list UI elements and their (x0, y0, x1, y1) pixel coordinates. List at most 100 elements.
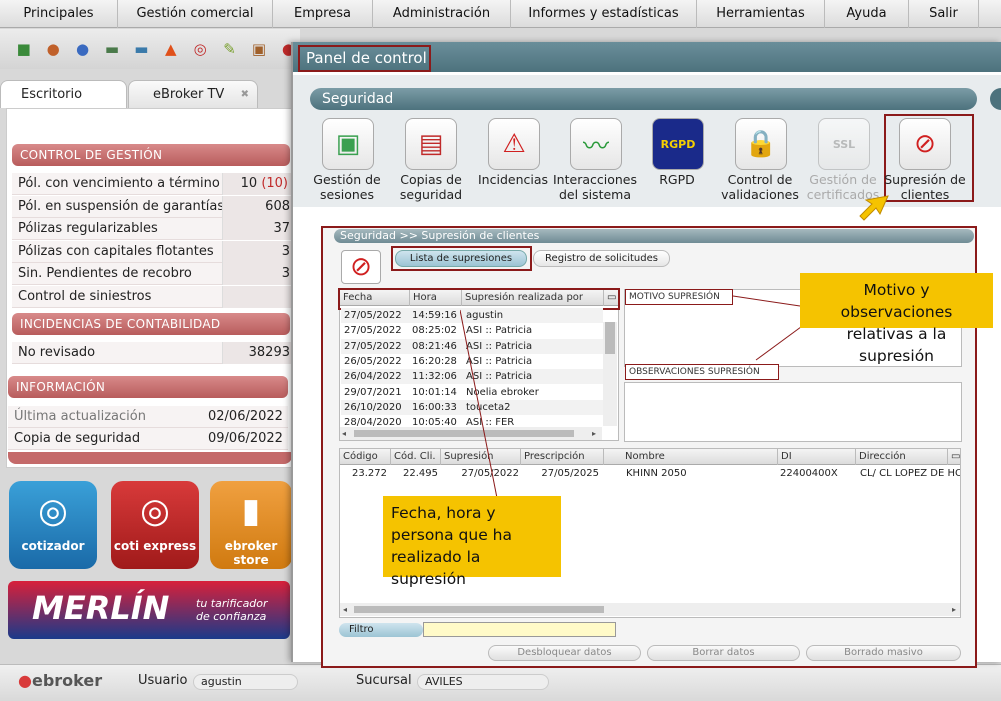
fecha-leader-line (460, 309, 498, 499)
cotizador-icon: ◎ (38, 491, 68, 531)
row-value-extra: (10) (261, 176, 288, 191)
info-row: Copia de seguridad 09/06/2022 (8, 428, 288, 450)
control-row[interactable]: Sin. Pendientes de recobro 3 (12, 263, 292, 285)
label-line: seguridad (399, 187, 463, 202)
h-scroll-thumb[interactable] (354, 606, 604, 613)
col-codigo[interactable]: Código (340, 449, 391, 465)
image-icon[interactable]: ▬ (100, 37, 123, 61)
cube-icon[interactable]: ■ (12, 37, 35, 61)
interacciones-label: Interacciones del sistema (550, 172, 640, 202)
row-value: 02/06/2022 (208, 409, 283, 424)
cell-fecha: 26/05/2022 (344, 355, 402, 367)
backup-label: Copias de seguridad (386, 172, 476, 202)
row-label: Última actualización (14, 409, 146, 424)
menu-bar: Principales Gestión comercial Empresa Ad… (0, 0, 1001, 28)
tab-lista-supresiones[interactable]: Lista de supresiones (395, 250, 527, 267)
fire-icon[interactable]: ▲ (159, 37, 182, 61)
close-icon[interactable]: ✖ (241, 81, 249, 109)
col-cod-cli[interactable]: Cód. Cli. (391, 449, 441, 465)
control-row[interactable]: Pólizas regularizables 37 (12, 218, 292, 240)
scroll-right-icon[interactable]: ▸ (952, 603, 956, 616)
toolbar: ■ ● ● ▬ ▬ ▲ ◎ ✎ ▣ ● (0, 29, 300, 69)
user-field: agustin (193, 674, 298, 690)
coti-express-tile[interactable]: ◎ coti express (111, 481, 199, 569)
incidencias-row[interactable]: No revisado 38293 (12, 342, 292, 364)
informacion-title: INFORMACIÓN (8, 376, 288, 398)
row-value: 38293 (248, 345, 290, 360)
cell-fecha: 29/07/2021 (344, 386, 402, 398)
desbloquear-button[interactable]: Desbloquear datos (488, 645, 641, 661)
row-value-number: 10 (240, 176, 258, 191)
cell-hora: 16:20:28 (412, 355, 457, 367)
borrar-button[interactable]: Borrar datos (647, 645, 800, 661)
merlin-banner[interactable]: MERLÍN tu tarificador de confianza (8, 581, 290, 639)
menu-herramientas[interactable]: Herramientas (697, 0, 825, 28)
row-value: 37 (273, 221, 290, 236)
scroll-left-icon[interactable]: ◂ (342, 427, 346, 440)
pencil-icon[interactable]: ✎ (218, 37, 241, 61)
arrow-icon (859, 195, 889, 221)
tile-label: cotizador (21, 539, 85, 553)
tab-escritorio[interactable]: Escritorio (0, 80, 127, 108)
validaciones-label: Control de validaciones (715, 172, 805, 202)
coti-express-icon: ◎ (140, 491, 170, 531)
control-row[interactable]: Control de siniestros (12, 286, 292, 308)
cell-fecha: 26/04/2022 (344, 371, 402, 383)
row-value: 3 (281, 266, 290, 281)
menu-empresa[interactable]: Empresa (273, 0, 373, 28)
control-row[interactable]: Pólizas con capitales flotantes 3 (12, 241, 292, 263)
row-label: Copia de seguridad (14, 431, 141, 446)
backup-icon[interactable]: ▤ (405, 118, 457, 170)
control-row[interactable]: Pól. en suspensión de garantías 608 (12, 196, 292, 218)
tagline-line: tu tarificador (196, 597, 268, 610)
grid-h-scrollbar[interactable]: ◂ ▸ (340, 603, 960, 616)
incidencias-label: Incidencias (468, 172, 558, 187)
target-icon[interactable]: ◎ (188, 37, 211, 61)
label-line: del sistema (559, 187, 631, 202)
tab-registro-solicitudes[interactable]: Registro de solicitudes (533, 250, 670, 267)
menu-ayuda[interactable]: Ayuda (825, 0, 909, 28)
desktop-tabs: Escritorio eBroker TV ✖ (0, 78, 300, 108)
users-icon[interactable]: ● (71, 37, 94, 61)
tagline-line: de confianza (196, 610, 267, 623)
merlin-logo: MERLÍN (32, 589, 170, 627)
session-icon[interactable]: ▣ (322, 118, 374, 170)
filtro-input[interactable] (423, 622, 616, 637)
row-label: Pólizas regularizables (18, 221, 158, 236)
label-line: Incidencias (477, 172, 549, 187)
menu-salir[interactable]: Salir (909, 0, 979, 28)
col-direccion[interactable]: Dirección (856, 449, 948, 465)
brand-logo: ●ebroker (18, 671, 103, 690)
scroll-left-icon[interactable]: ◂ (343, 603, 347, 616)
lock-icon[interactable]: 🔒 (735, 118, 787, 170)
incidencias-title: INCIDENCIAS DE CONTABILIDAD (12, 313, 290, 335)
menu-gestion-comercial[interactable]: Gestión comercial (118, 0, 273, 28)
ssl-badge: SSL (832, 137, 856, 151)
cell-direccion: CL/ CL LOPEZ DE HO (860, 468, 960, 479)
store-tile[interactable]: ▮ ebroker store (210, 481, 292, 569)
breadcrumb: Seguridad >> Supresión de clientes (334, 229, 974, 243)
picture-icon[interactable]: ▬ (130, 37, 153, 61)
rgpd-icon[interactable]: RGPD (652, 118, 704, 170)
tab-ebroker-tv[interactable]: eBroker TV ✖ (128, 80, 258, 108)
menu-informes[interactable]: Informes y estadísticas (511, 0, 697, 28)
prohibited-icon[interactable]: ⊘ (899, 118, 951, 170)
label-line: Supresión de (884, 172, 966, 187)
control-row[interactable]: Pól. con vencimiento a término 10 (10) (12, 173, 292, 195)
control-gestion-title: CONTROL DE GESTIÓN (12, 144, 290, 166)
columns-icon[interactable]: ▭ (948, 449, 960, 465)
pulse-icon[interactable]: 〰 (570, 118, 622, 170)
row-label: Pólizas con capitales flotantes (18, 244, 214, 259)
security-section-header: Seguridad (310, 88, 977, 110)
cotizador-tile[interactable]: ◎ cotizador (9, 481, 97, 569)
ssl-icon[interactable]: SSL (818, 118, 870, 170)
menu-principales[interactable]: Principales (0, 0, 118, 28)
panel-footer (8, 452, 292, 464)
menu-administracion[interactable]: Administración (373, 0, 511, 28)
obs-leader-line (755, 323, 806, 361)
warning-icon[interactable]: ⚠ (488, 118, 540, 170)
user-icon[interactable]: ● (41, 37, 64, 61)
filtro-label: Filtro (339, 623, 423, 637)
briefcase-icon[interactable]: ▣ (247, 37, 270, 61)
borrado-masivo-button[interactable]: Borrado masivo (806, 645, 961, 661)
